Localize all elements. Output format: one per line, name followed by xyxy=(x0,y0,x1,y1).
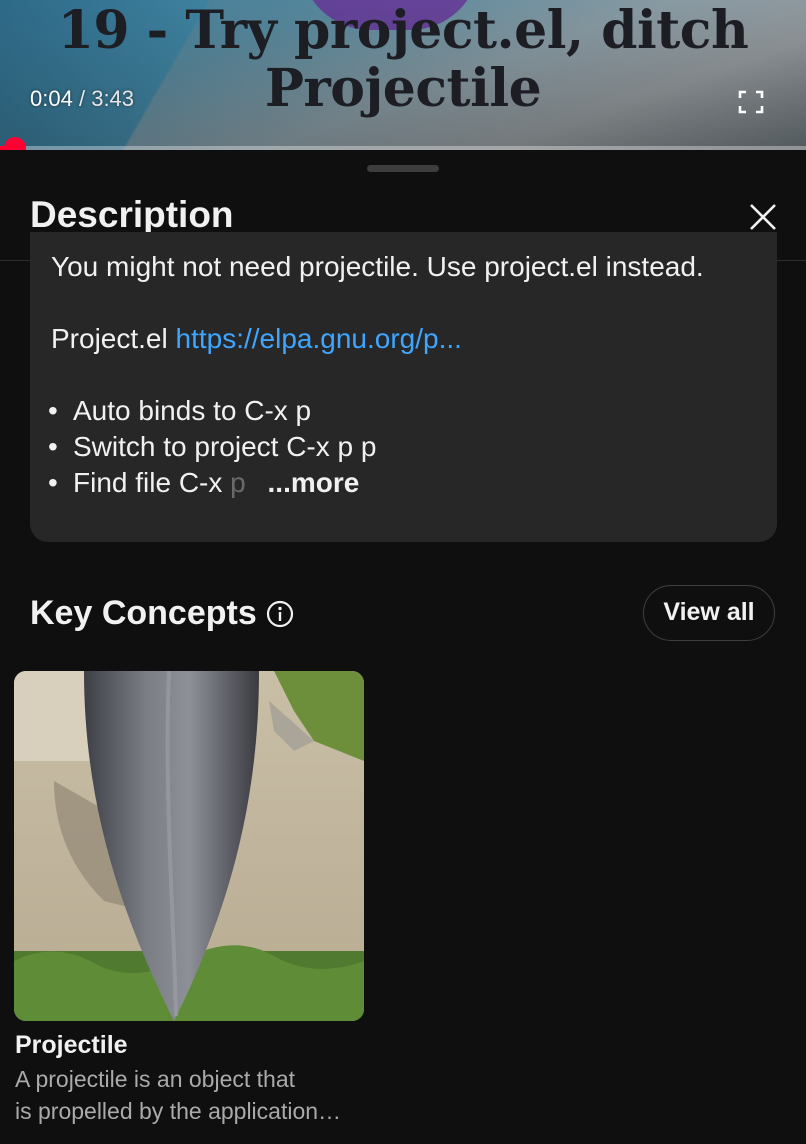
link-prefix: Project.el xyxy=(51,323,168,354)
duration: 3:43 xyxy=(91,86,135,111)
bullet-text: Switch to project C-x p p xyxy=(73,431,377,462)
description-link-line: Project.el https://elpa.gnu.org/p... xyxy=(51,321,462,357)
bullet-item: • Find file C-x p ...more xyxy=(48,467,360,498)
concept-description: A projectile is an object that is propel… xyxy=(15,1063,365,1127)
concept-description-line: is propelled by the application… xyxy=(15,1098,342,1124)
page: 19 - Try project.el, ditch Projectile 0:… xyxy=(0,0,806,1144)
bullet-text: Auto binds to C-x p xyxy=(73,395,312,426)
description-link[interactable]: https://elpa.gnu.org/p... xyxy=(176,323,462,354)
description-card[interactable]: You might not need projectile. Use proje… xyxy=(30,232,777,542)
key-concepts-heading: Key Concepts xyxy=(30,594,257,632)
fullscreen-icon[interactable] xyxy=(738,90,764,114)
concept-description-line: A projectile is an object that xyxy=(15,1066,295,1092)
video-player[interactable]: 19 - Try project.el, ditch Projectile 0:… xyxy=(0,0,806,150)
sheet-drag-handle[interactable] xyxy=(367,165,439,172)
bullet-item: • Auto binds to C-x p xyxy=(48,395,312,426)
bullet-item: • Switch to project C-x p p xyxy=(48,431,377,462)
current-time: 0:04 xyxy=(30,86,73,111)
time-display: 0:04 / 3:43 xyxy=(30,86,134,112)
time-separator: / xyxy=(78,86,86,111)
video-title-line1: 19 - Try project.el, ditch xyxy=(57,0,749,61)
faded-text: p xyxy=(230,467,246,498)
concept-title: Projectile xyxy=(15,1031,128,1059)
projectile-photo xyxy=(14,671,364,1021)
sheet-title: Description xyxy=(30,194,234,235)
description-line: You might not need projectile. Use proje… xyxy=(51,251,704,282)
more-button[interactable]: ...more xyxy=(268,467,360,498)
description-sheet: Description You might not need projectil… xyxy=(0,150,806,1144)
info-icon[interactable] xyxy=(266,600,294,628)
concept-card[interactable]: Projectile A projectile is an object tha… xyxy=(14,671,364,1131)
bullet-text: Find file C-x xyxy=(73,467,223,498)
view-all-button[interactable]: View all xyxy=(643,585,775,641)
